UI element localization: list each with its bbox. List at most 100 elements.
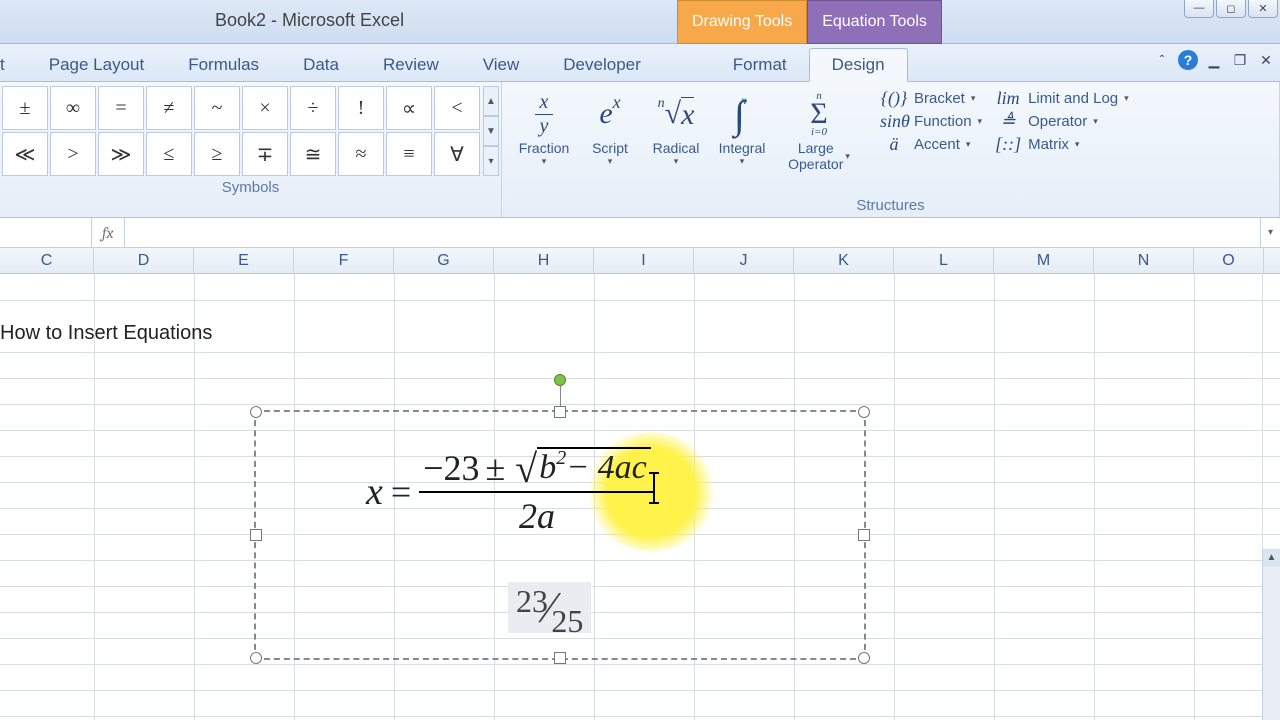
formula-input[interactable] <box>125 218 1260 247</box>
structure-operator[interactable]: ≜Operator▾ <box>994 111 1129 132</box>
symbol-times[interactable]: × <box>242 86 288 130</box>
symbol-tilde[interactable]: ~ <box>194 86 240 130</box>
structure-large-operator[interactable]: nΣi=0 Large Operator▾ <box>776 86 862 194</box>
col-header-l[interactable]: L <box>894 248 994 273</box>
col-header-h[interactable]: H <box>494 248 594 273</box>
structure-limit-log[interactable]: limLimit and Log▾ <box>994 88 1129 109</box>
scroll-up-icon[interactable]: ▲ <box>483 86 499 116</box>
resize-handle-w[interactable] <box>250 529 262 541</box>
structure-function[interactable]: sinθFunction▾ <box>880 111 982 132</box>
structure-script[interactable]: ex Script ▾ <box>578 86 642 194</box>
col-header-m[interactable]: M <box>994 248 1094 273</box>
ribbon-tab-design[interactable]: Design <box>809 48 908 82</box>
integral-icon: ∫x <box>734 88 750 140</box>
resize-handle-s[interactable] <box>554 652 566 664</box>
help-icon[interactable]: ? <box>1178 50 1198 70</box>
col-header-e[interactable]: E <box>194 248 294 273</box>
structure-integral[interactable]: ∫x Integral ▾ <box>710 86 774 194</box>
symbols-scroll[interactable]: ▲ ▼ ▾ <box>483 86 499 176</box>
ribbon-tab-developer[interactable]: Developer <box>541 49 663 81</box>
resize-handle-sw[interactable] <box>250 652 262 664</box>
structure-radical[interactable]: n√x Radical ▾ <box>644 86 708 194</box>
window-restore-icon[interactable]: ❐ <box>1230 50 1250 70</box>
ribbon-tab-page-layout[interactable]: Page Layout <box>27 49 166 81</box>
vertical-scrollbar[interactable]: ▲ <box>1262 549 1280 720</box>
col-header-g[interactable]: G <box>394 248 494 273</box>
resize-handle-ne[interactable] <box>858 406 870 418</box>
symbol-minus-plus[interactable]: ∓ <box>242 132 288 176</box>
skewed-fraction[interactable]: 23⁄25 <box>508 582 591 633</box>
resize-handle-se[interactable] <box>858 652 870 664</box>
symbol-not-equal[interactable]: ≠ <box>146 86 192 130</box>
symbol-less-than[interactable]: < <box>434 86 480 130</box>
window-close-icon[interactable]: ✕ <box>1256 50 1276 70</box>
scroll-up-icon[interactable]: ▲ <box>1263 549 1280 567</box>
radical-icon: n√x <box>658 88 695 140</box>
eq-denominator: 2a <box>519 493 555 537</box>
col-header-d[interactable]: D <box>94 248 194 273</box>
context-tab-equation[interactable]: Equation Tools <box>807 0 942 44</box>
script-icon: ex <box>599 88 620 140</box>
fx-icon[interactable]: fx <box>92 218 125 247</box>
equation-textbox[interactable]: x = −23 ± √ b2 − 4ac 2a 23⁄25 <box>254 410 866 660</box>
ribbon-tab-review[interactable]: Review <box>361 49 461 81</box>
group-structures: xy Fraction ▾ ex Script ▾ n√x Radical ▾ … <box>502 82 1280 217</box>
ribbon-tab-view[interactable]: View <box>461 49 542 81</box>
resize-handle-n[interactable] <box>554 406 566 418</box>
col-header-n[interactable]: N <box>1094 248 1194 273</box>
rotation-handle[interactable] <box>554 374 566 386</box>
quadratic-equation[interactable]: x = −23 ± √ b2 − 4ac 2a <box>366 447 655 537</box>
ribbon-tab-format[interactable]: Format <box>711 49 809 81</box>
cell-title[interactable]: How to Insert Equations <box>0 322 212 345</box>
symbol-much-less[interactable]: ≪ <box>2 132 48 176</box>
symbols-gallery[interactable]: ± ∞ = ≠ ~ × ÷ ! ∝ < ≪ > ≫ ≤ ≥ ∓ ≅ ≈ ≡ ∀ <box>0 82 482 176</box>
symbol-congruent[interactable]: ≅ <box>290 132 336 176</box>
symbol-identical[interactable]: ≡ <box>386 132 432 176</box>
structure-matrix[interactable]: [::]Matrix▾ <box>994 134 1129 155</box>
symbol-geq[interactable]: ≥ <box>194 132 240 176</box>
symbol-forall[interactable]: ∀ <box>434 132 480 176</box>
worksheet-grid[interactable]: How to Insert Equations x = −23 ± √ <box>0 274 1280 720</box>
chevron-down-icon: ▾ <box>542 156 547 167</box>
symbol-factorial[interactable]: ! <box>338 86 384 130</box>
formula-bar-expand-icon[interactable]: ▾ <box>1260 218 1280 247</box>
structure-bracket[interactable]: {()}Bracket▾ <box>880 88 982 109</box>
resize-handle-e[interactable] <box>858 529 870 541</box>
context-tab-drawing[interactable]: Drawing Tools <box>677 0 807 44</box>
col-header-k[interactable]: K <box>794 248 894 273</box>
minimize-button[interactable]: — <box>1184 0 1214 18</box>
resize-handle-nw[interactable] <box>250 406 262 418</box>
ribbon-tab-truncated[interactable]: t <box>0 49 27 81</box>
close-button[interactable]: ✕ <box>1248 0 1278 18</box>
sigma-icon: nΣi=0 <box>810 88 827 140</box>
symbol-much-greater[interactable]: ≫ <box>98 132 144 176</box>
structure-accent[interactable]: äAccent▾ <box>880 134 982 155</box>
col-header-j[interactable]: J <box>694 248 794 273</box>
symbol-proportional[interactable]: ∝ <box>386 86 432 130</box>
chevron-down-icon: ▾ <box>845 151 850 161</box>
symbol-leq[interactable]: ≤ <box>146 132 192 176</box>
ribbon-tab-data[interactable]: Data <box>281 49 361 81</box>
symbol-plus-minus[interactable]: ± <box>2 86 48 130</box>
name-box[interactable] <box>0 218 92 247</box>
window-controls: — ◻ ✕ <box>1184 0 1278 18</box>
col-header-o[interactable]: O <box>1194 248 1264 273</box>
window-minimize-icon[interactable]: ▁ <box>1204 50 1224 70</box>
maximize-button[interactable]: ◻ <box>1216 0 1246 18</box>
symbol-divide[interactable]: ÷ <box>290 86 336 130</box>
scroll-down-icon[interactable]: ▼ <box>483 116 499 146</box>
col-header-i[interactable]: I <box>594 248 694 273</box>
symbol-equals[interactable]: = <box>98 86 144 130</box>
ribbon-tab-formulas[interactable]: Formulas <box>166 49 281 81</box>
col-header-f[interactable]: F <box>294 248 394 273</box>
symbol-infinity[interactable]: ∞ <box>50 86 96 130</box>
minimize-ribbon-icon[interactable]: ˆ <box>1152 50 1172 70</box>
symbol-greater-than[interactable]: > <box>50 132 96 176</box>
col-header-c[interactable]: C <box>0 248 94 273</box>
symbol-approx[interactable]: ≈ <box>338 132 384 176</box>
group-label-structures: Structures <box>502 194 1279 216</box>
group-label-symbols: Symbols <box>0 176 501 198</box>
limit-icon: lim <box>994 88 1022 109</box>
gallery-expand-icon[interactable]: ▾ <box>483 146 499 176</box>
structure-fraction[interactable]: xy Fraction ▾ <box>512 86 576 194</box>
